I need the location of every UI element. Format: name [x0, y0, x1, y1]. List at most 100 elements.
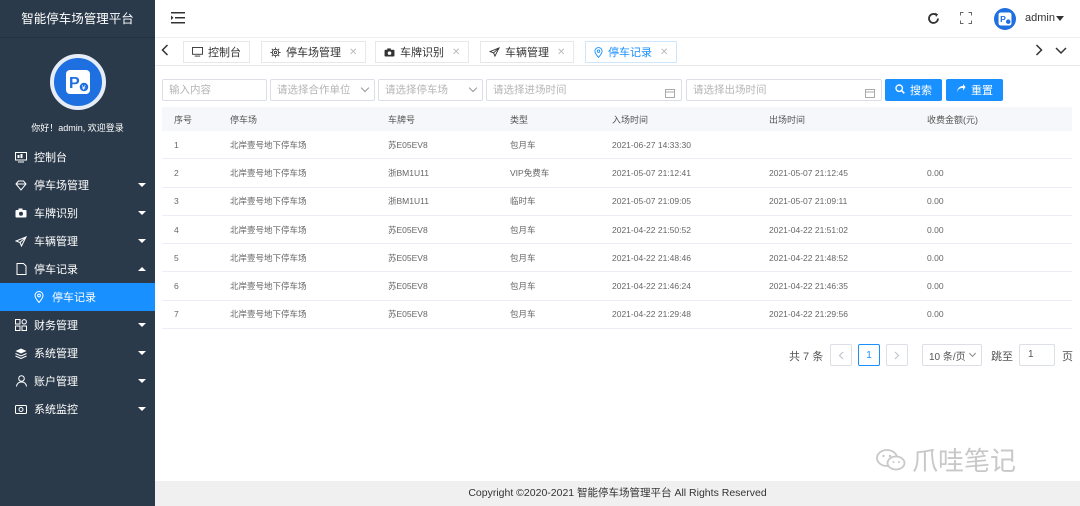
column-header: 序号	[174, 114, 193, 125]
sidebar: 智能停车场管理平台 P ¥ 你好！admin, 欢迎登录 控制台 停车场管理 车…	[0, 0, 155, 506]
column-header: 车牌号	[388, 114, 416, 125]
page-size-select[interactable]: 10 条/页	[922, 344, 982, 366]
records-table: 序号 停车场 车牌号 类型 入场时间 出场时间 收费金额(元) 1 北岸壹号地下…	[162, 107, 1072, 330]
sidebar-item-label: 停车记录	[34, 264, 78, 276]
keyword-input[interactable]: 输入内容	[162, 79, 267, 101]
close-icon[interactable]: ✕	[349, 47, 357, 58]
sidebar-subitem-parking-records[interactable]: 停车记录	[0, 283, 155, 311]
jump-page-input[interactable]: 1	[1019, 344, 1055, 366]
table-row[interactable]: 6 北岸壹号地下停车场 苏E05EV8 包月车 2021-04-22 21:46…	[162, 272, 1072, 301]
column-header: 出场时间	[769, 114, 806, 125]
table-row[interactable]: 3 北岸壹号地下停车场 浙BM1U11 临时车 2021-05-07 21:09…	[162, 188, 1072, 216]
chevron-down-icon	[138, 239, 146, 243]
footer-copyright: Copyright ©2020-2021 智能停车场管理平台 All Right…	[155, 481, 1080, 506]
sidebar-item-label: 车辆管理	[34, 236, 78, 248]
next-page-button[interactable]	[886, 344, 908, 366]
calendar-icon	[665, 85, 675, 100]
menu-toggle-icon[interactable]	[171, 12, 185, 27]
table-row[interactable]: 1 北岸壹号地下停车场 苏E05EV8 包月车 2021-06-27 14:33…	[162, 131, 1072, 160]
sidebar-item-label: 账户管理	[34, 376, 78, 388]
close-icon[interactable]: ✕	[660, 47, 668, 58]
sidebar-item-dashboard[interactable]: 控制台	[0, 143, 155, 171]
table-row[interactable]: 4 北岸壹号地下停车场 苏E05EV8 包月车 2021-04-22 21:50…	[162, 216, 1072, 245]
chevron-left-icon[interactable]	[161, 44, 169, 59]
chevron-down-icon	[138, 407, 146, 411]
camera-icon	[14, 206, 28, 220]
fullscreen-icon[interactable]	[960, 12, 972, 27]
entry-time-picker[interactable]: 请选择进场时间	[486, 79, 682, 101]
close-icon[interactable]: ✕	[557, 47, 565, 58]
tab-bar: 控制台 停车场管理 ✕ 车牌识别 ✕ 车辆管理 ✕ 停车记录 ✕	[155, 38, 1080, 66]
sidebar-item-plate-recognition[interactable]: 车牌识别	[0, 199, 155, 227]
username[interactable]: admin	[1025, 12, 1055, 24]
send-icon	[489, 47, 500, 57]
calendar-icon	[865, 85, 875, 100]
table-row[interactable]: 7 北岸壹号地下停车场 苏E05EV8 包月车 2021-04-22 21:29…	[162, 301, 1072, 330]
pagination: 共 7 条 1 10 条/页 跳至 1 页	[0, 344, 1080, 366]
chevron-right-icon	[894, 351, 900, 359]
monitor-icon	[192, 47, 203, 57]
document-icon	[14, 262, 28, 276]
tab-parking-lot[interactable]: 停车场管理 ✕	[261, 41, 367, 63]
column-header: 类型	[510, 114, 529, 125]
chevron-right-icon[interactable]	[1035, 44, 1043, 59]
sidebar-item-account[interactable]: 账户管理	[0, 367, 155, 395]
table-row[interactable]: 5 北岸壹号地下停车场 苏E05EV8 包月车 2021-04-22 21:48…	[162, 244, 1072, 273]
search-icon	[895, 83, 905, 97]
chevron-up-icon	[138, 267, 146, 271]
sidebar-item-label: 财务管理	[34, 320, 78, 332]
reset-button[interactable]: 重置	[946, 79, 1003, 101]
svg-text:P: P	[1000, 14, 1006, 24]
app-title: 智能停车场管理平台	[0, 0, 155, 38]
sidebar-item-label: 系统监控	[34, 404, 78, 416]
prev-page-button[interactable]	[830, 344, 852, 366]
share-arrow-icon	[956, 83, 966, 97]
side-menu: 控制台 停车场管理 车牌识别 车辆管理 停车记录 停车记录 财务管理 系统管理 …	[0, 143, 155, 423]
chevron-down-icon	[138, 183, 146, 187]
parking-logo-icon: P ¥	[65, 70, 90, 94]
tab-plate-recognition[interactable]: 车牌识别 ✕	[375, 41, 470, 63]
column-header: 停车场	[230, 114, 258, 125]
table-row[interactable]: 2 北岸壹号地下停车场 浙BM1U11 VIP免费车 2021-05-07 21…	[162, 159, 1072, 188]
location-pin-icon	[594, 46, 603, 58]
user-avatar[interactable]: P ¥	[49, 54, 106, 110]
chevron-down-icon[interactable]	[1055, 44, 1067, 59]
chevron-down-icon	[468, 83, 478, 93]
close-icon[interactable]: ✕	[452, 47, 460, 58]
sidebar-item-parking-records[interactable]: 停车记录	[0, 255, 155, 283]
sidebar-item-parking-lot[interactable]: 停车场管理	[0, 171, 155, 199]
header-avatar[interactable]: P	[994, 8, 1016, 30]
table-header: 序号 停车场 车牌号 类型 入场时间 出场时间 收费金额(元)	[162, 107, 1072, 131]
watermark: 爪哇笔记	[876, 441, 1016, 478]
exit-time-picker[interactable]: 请选择出场时间	[686, 79, 882, 101]
monitor-camera-icon	[14, 402, 28, 416]
user-icon	[14, 374, 28, 388]
welcome-text: 你好！admin, 欢迎登录	[31, 123, 124, 133]
chevron-down-icon	[138, 379, 146, 383]
search-button[interactable]: 搜索	[885, 79, 942, 101]
parking-logo-icon: P	[998, 12, 1012, 26]
total-count: 共 7 条	[789, 351, 824, 363]
chevron-down-icon	[968, 349, 977, 358]
column-header: 收费金额(元)	[927, 114, 978, 125]
tab-dashboard[interactable]: 控制台	[183, 41, 250, 63]
camera-icon	[384, 47, 395, 57]
tab-vehicles[interactable]: 车辆管理 ✕	[480, 41, 575, 63]
monitor-icon	[14, 150, 28, 164]
location-pin-icon	[32, 290, 46, 304]
sidebar-item-vehicles[interactable]: 车辆管理	[0, 227, 155, 255]
chevron-down-icon	[138, 323, 146, 327]
chevron-down-icon[interactable]	[1056, 16, 1064, 21]
page-number-current[interactable]: 1	[858, 344, 880, 366]
parking-lot-select[interactable]: 请选择停车场	[378, 79, 483, 101]
refresh-icon[interactable]	[927, 12, 940, 28]
tab-parking-records[interactable]: 停车记录 ✕	[585, 41, 678, 63]
sidebar-item-label: 停车场管理	[34, 180, 89, 192]
chevron-down-icon	[360, 83, 370, 93]
partner-select[interactable]: 请选择合作单位	[270, 79, 375, 101]
column-header: 入场时间	[612, 114, 649, 125]
sidebar-item-monitor[interactable]: 系统监控	[0, 395, 155, 423]
sidebar-item-finance[interactable]: 财务管理	[0, 311, 155, 339]
svg-text:P: P	[69, 75, 80, 92]
send-icon	[14, 234, 28, 248]
